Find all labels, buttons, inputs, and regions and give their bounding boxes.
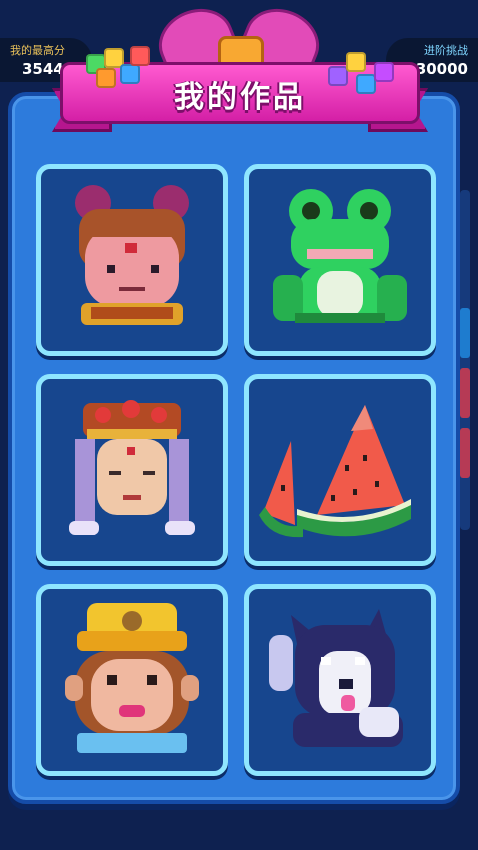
cube-icon [328,66,348,86]
challenge-value: 30000 [415,60,468,78]
side-tab[interactable] [460,368,470,418]
artwork-card-watermelon[interactable] [244,374,436,566]
cube-icon [96,68,116,88]
best-score-label: 我的最高分 [10,44,65,57]
bodhisattva-pixel-art-icon [69,400,195,535]
artwork-grid [36,164,438,776]
husky-pixel-art-icon [269,609,403,747]
watermelon-pixel-art-icon [259,405,411,538]
side-tab[interactable] [460,308,470,358]
artwork-card-husky[interactable] [244,584,436,776]
cube-icon [120,64,140,84]
title-banner: 我的作品 [52,0,428,135]
best-score-value: 3544 [22,60,64,78]
artwork-card-frog[interactable] [244,164,436,356]
monkey-king-pixel-art-icon [65,603,199,753]
side-tab-strip [460,190,470,530]
frog-pixel-art-icon [273,189,407,323]
cube-icon [356,74,376,94]
cube-icon [346,52,366,72]
challenge-label: 进阶挑战 [424,44,468,57]
artwork-card-bodhisattva[interactable] [36,374,228,566]
girl-pixel-art-icon [75,185,189,325]
artwork-card-monkey-king[interactable] [36,584,228,776]
cube-icon [374,62,394,82]
artwork-card-girl[interactable] [36,164,228,356]
cube-icon [130,46,150,66]
side-tab[interactable] [460,428,470,478]
